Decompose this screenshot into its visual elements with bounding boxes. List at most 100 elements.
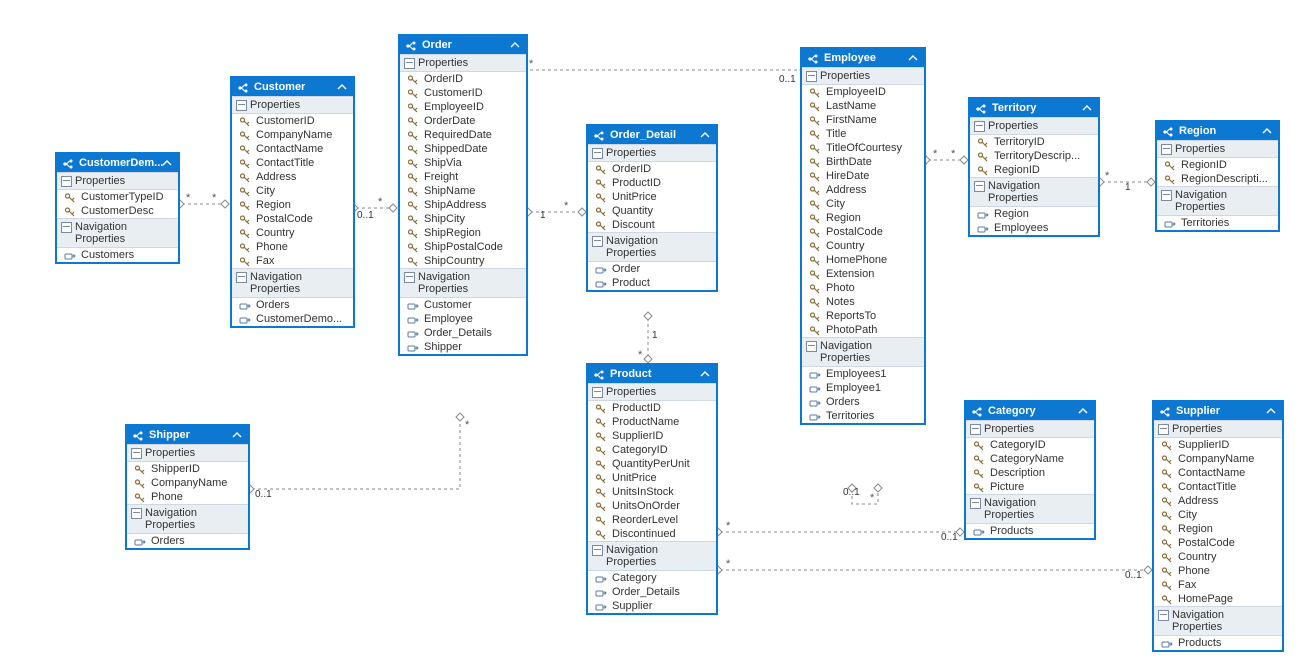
- property-row[interactable]: City: [232, 184, 353, 198]
- property-row[interactable]: ShipRegion: [400, 226, 526, 240]
- collapse-icon[interactable]: [232, 430, 242, 440]
- property-row[interactable]: Country: [232, 226, 353, 240]
- navprop-row[interactable]: Territories: [802, 409, 924, 423]
- property-row[interactable]: Extension: [802, 267, 924, 281]
- property-row[interactable]: OrderID: [400, 72, 526, 86]
- property-row[interactable]: TerritoryDescrip...: [970, 149, 1098, 163]
- property-row[interactable]: ShipCity: [400, 212, 526, 226]
- property-row[interactable]: EmployeeID: [802, 85, 924, 99]
- property-row[interactable]: ReportsTo: [802, 309, 924, 323]
- collapse-icon[interactable]: [1082, 103, 1092, 113]
- entity-orderdetail[interactable]: Order_Detail PropertiesOrderIDProductIDU…: [586, 124, 718, 292]
- collapse-icon[interactable]: [162, 158, 172, 168]
- entity-header[interactable]: Order_Detail: [588, 126, 716, 144]
- property-row[interactable]: UnitsInStock: [588, 485, 716, 499]
- property-row[interactable]: BirthDate: [802, 155, 924, 169]
- entity-product[interactable]: Product PropertiesProductIDProductNameSu…: [586, 363, 718, 615]
- property-row[interactable]: Discount: [588, 218, 716, 232]
- property-row[interactable]: ShipCountry: [400, 254, 526, 268]
- entity-header[interactable]: Customer: [232, 78, 353, 96]
- property-row[interactable]: City: [1154, 508, 1282, 522]
- property-row[interactable]: ProductID: [588, 401, 716, 415]
- section-navprops[interactable]: Navigation Properties: [57, 218, 178, 248]
- entity-header[interactable]: Order: [400, 36, 526, 54]
- entity-header[interactable]: Category: [966, 402, 1094, 420]
- navprop-row[interactable]: Category: [588, 571, 716, 585]
- property-row[interactable]: Phone: [1154, 564, 1282, 578]
- collapse-icon[interactable]: [700, 369, 710, 379]
- toggle-icon[interactable]: [131, 448, 142, 459]
- property-row[interactable]: CompanyName: [1154, 452, 1282, 466]
- entity-shipper[interactable]: Shipper PropertiesShipperIDCompanyNamePh…: [125, 424, 250, 550]
- toggle-icon[interactable]: [592, 148, 603, 159]
- collapse-icon[interactable]: [1266, 406, 1276, 416]
- entity-header[interactable]: Shipper: [127, 426, 248, 444]
- section-properties[interactable]: Properties: [970, 117, 1098, 135]
- section-navprops[interactable]: Navigation Properties: [1157, 186, 1278, 216]
- navprop-row[interactable]: Employee: [400, 312, 526, 326]
- section-properties[interactable]: Properties: [57, 172, 178, 190]
- property-row[interactable]: CategoryName: [966, 452, 1094, 466]
- property-row[interactable]: Description: [966, 466, 1094, 480]
- toggle-icon[interactable]: [970, 424, 981, 435]
- property-row[interactable]: HomePage: [1154, 592, 1282, 606]
- property-row[interactable]: RegionID: [1157, 158, 1278, 172]
- property-row[interactable]: ShippedDate: [400, 142, 526, 156]
- property-row[interactable]: Phone: [232, 240, 353, 254]
- property-row[interactable]: RegionID: [970, 163, 1098, 177]
- collapse-icon[interactable]: [1078, 406, 1088, 416]
- navprop-row[interactable]: Order: [588, 262, 716, 276]
- property-row[interactable]: EmployeeID: [400, 100, 526, 114]
- toggle-icon[interactable]: [806, 341, 817, 352]
- toggle-icon[interactable]: [131, 508, 142, 519]
- navprop-row[interactable]: CustomerDemo...: [232, 312, 353, 326]
- navprop-row[interactable]: Products: [1154, 636, 1282, 650]
- property-row[interactable]: CategoryID: [588, 443, 716, 457]
- toggle-icon[interactable]: [1161, 144, 1172, 155]
- property-row[interactable]: ContactTitle: [232, 156, 353, 170]
- property-row[interactable]: Country: [802, 239, 924, 253]
- section-properties[interactable]: Properties: [802, 67, 924, 85]
- navprop-row[interactable]: Customers: [57, 248, 178, 262]
- property-row[interactable]: Region: [1154, 522, 1282, 536]
- property-row[interactable]: Fax: [1154, 578, 1282, 592]
- toggle-icon[interactable]: [404, 272, 415, 283]
- entity-header[interactable]: Product: [588, 365, 716, 383]
- entity-customer[interactable]: Customer PropertiesCustomerIDCompanyName…: [230, 76, 355, 328]
- property-row[interactable]: ContactName: [1154, 466, 1282, 480]
- section-navprops[interactable]: Navigation Properties: [232, 268, 353, 298]
- entity-header[interactable]: Territory: [970, 99, 1098, 117]
- property-row[interactable]: Freight: [400, 170, 526, 184]
- property-row[interactable]: Address: [1154, 494, 1282, 508]
- section-navprops[interactable]: Navigation Properties: [588, 232, 716, 262]
- section-navprops[interactable]: Navigation Properties: [966, 494, 1094, 524]
- navprop-row[interactable]: Product: [588, 276, 716, 290]
- section-navprops[interactable]: Navigation Properties: [588, 541, 716, 571]
- navprop-row[interactable]: Orders: [802, 395, 924, 409]
- navprop-row[interactable]: Region: [970, 207, 1098, 221]
- property-row[interactable]: Picture: [966, 480, 1094, 494]
- entity-header[interactable]: Employee: [802, 49, 924, 67]
- navprop-row[interactable]: Shipper: [400, 340, 526, 354]
- property-row[interactable]: CompanyName: [232, 128, 353, 142]
- property-row[interactable]: Country: [1154, 550, 1282, 564]
- toggle-icon[interactable]: [1158, 424, 1169, 435]
- section-properties[interactable]: Properties: [966, 420, 1094, 438]
- property-row[interactable]: LastName: [802, 99, 924, 113]
- property-row[interactable]: Fax: [232, 254, 353, 268]
- toggle-icon[interactable]: [61, 222, 72, 233]
- property-row[interactable]: UnitPrice: [588, 190, 716, 204]
- toggle-icon[interactable]: [404, 58, 415, 69]
- navprop-row[interactable]: Supplier: [588, 599, 716, 613]
- property-row[interactable]: CategoryID: [966, 438, 1094, 452]
- navprop-row[interactable]: Employee1: [802, 381, 924, 395]
- toggle-icon[interactable]: [236, 272, 247, 283]
- property-row[interactable]: Discontinued: [588, 527, 716, 541]
- section-properties[interactable]: Properties: [127, 444, 248, 462]
- property-row[interactable]: Address: [802, 183, 924, 197]
- toggle-icon[interactable]: [592, 236, 603, 247]
- property-row[interactable]: ShipVia: [400, 156, 526, 170]
- collapse-icon[interactable]: [510, 40, 520, 50]
- property-row[interactable]: PhotoPath: [802, 323, 924, 337]
- property-row[interactable]: CompanyName: [127, 476, 248, 490]
